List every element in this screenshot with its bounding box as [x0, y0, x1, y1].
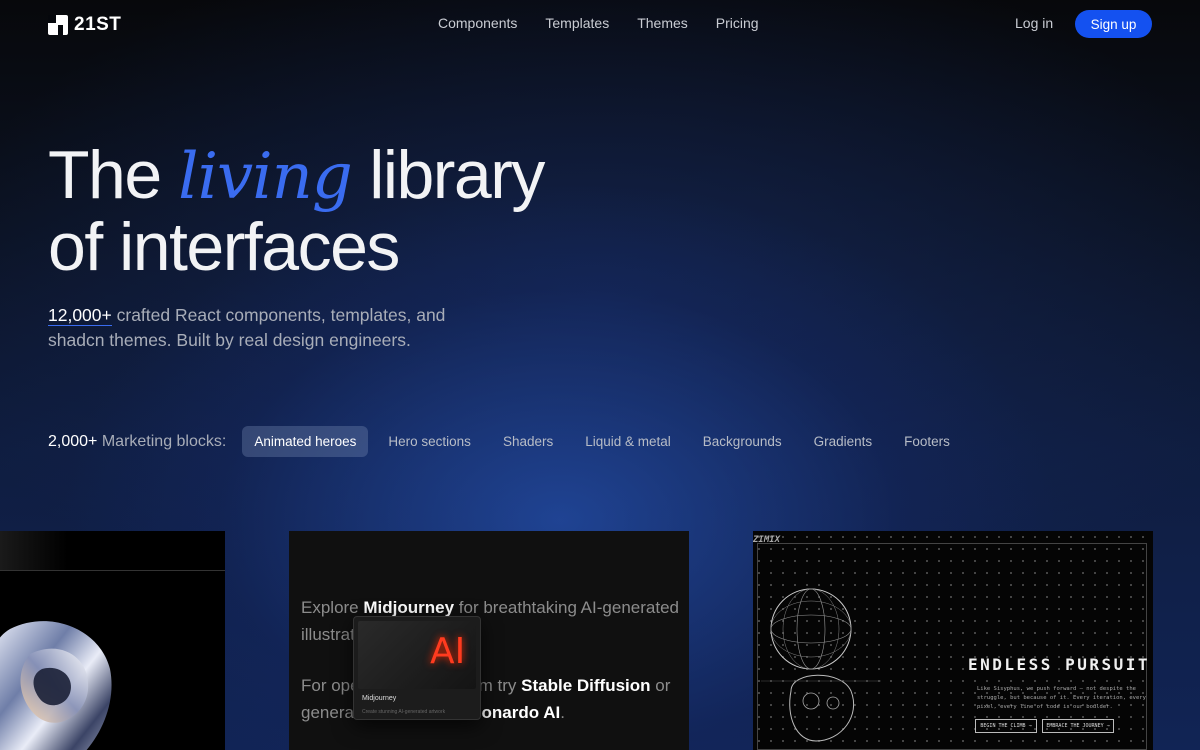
stable-diffusion-link[interactable]: Stable Diffusion [521, 676, 650, 695]
text-span: Explore [301, 598, 364, 617]
preview-card-liquid[interactable] [0, 531, 225, 750]
hero-title-the: The [48, 137, 162, 213]
card-header-bar [0, 531, 225, 571]
tag-hero-sections[interactable]: Hero sections [372, 426, 487, 457]
marketing-count: 2,000+ [48, 432, 98, 450]
nav-link-components[interactable]: Components [438, 15, 517, 31]
signup-button[interactable]: Sign up [1075, 10, 1152, 38]
logo-mark-icon [48, 15, 68, 35]
top-nav: 21ST Components Templates Themes Pricing… [0, 0, 1200, 48]
nav-link-themes[interactable]: Themes [637, 15, 688, 31]
midjourney-link[interactable]: Midjourney [363, 598, 454, 617]
neon-ai-glyph: AI [430, 631, 466, 672]
nav-link-templates[interactable]: Templates [545, 15, 609, 31]
preview-card-endless-pursuit[interactable]: ZIMIX ENDLESS PURSUIT Like Sisyphus, we … [753, 531, 1153, 750]
tag-backgrounds[interactable]: Backgrounds [687, 426, 798, 457]
main-nav: Components Templates Themes Pricing [438, 15, 759, 31]
endless-pursuit-title: ENDLESS PURSUIT [968, 655, 1150, 674]
tag-footers[interactable]: Footers [888, 426, 966, 457]
marketing-blocks-filter: 2,000+ Marketing blocks: Animated heroes… [48, 426, 966, 457]
nav-link-pricing[interactable]: Pricing [716, 15, 759, 31]
hero-subtitle: 12,000+ crafted React components, templa… [48, 303, 488, 353]
popup-title: Midjourney [362, 695, 397, 702]
tag-gradients[interactable]: Gradients [798, 426, 889, 457]
tag-shaders[interactable]: Shaders [487, 426, 569, 457]
liquid-metal-shape-icon [0, 621, 112, 750]
tag-animated-heroes[interactable]: Animated heroes [242, 426, 369, 457]
hero-title-accent: living [178, 140, 353, 214]
brand-logo[interactable]: 21ST [48, 14, 121, 36]
embrace-journey-button[interactable]: EMBRACE THE JOURNEY → [1042, 719, 1114, 733]
marketing-blocks-label: 2,000+ Marketing blocks: [48, 433, 226, 451]
hero-title: The living library of interfaces [48, 137, 545, 285]
login-link[interactable]: Log in [1015, 15, 1053, 31]
component-count: 12,000+ [48, 305, 112, 326]
popup-subtitle: Create stunning AI-generated artwork [362, 709, 446, 715]
hero-title-library: library [369, 137, 545, 213]
hover-preview-popup: AI Midjourney Create stunning AI-generat… [353, 616, 481, 720]
text-span: . [560, 703, 565, 722]
wireframe-sphere-figure-icon [761, 588, 881, 742]
marketing-label-text: Marketing blocks: [97, 432, 227, 450]
endless-pursuit-body: Like Sisyphus, we push forward — not des… [977, 686, 1146, 710]
brand-name: 21ST [74, 14, 122, 35]
begin-climb-button[interactable]: BEGIN THE CLIMB → [975, 719, 1037, 733]
preview-card-ai-tools[interactable]: Explore Midjourney for breathtaking AI-g… [289, 531, 689, 750]
tag-liquid-metal[interactable]: Liquid & metal [569, 426, 687, 457]
hero-title-line2: of interfaces [48, 209, 400, 285]
